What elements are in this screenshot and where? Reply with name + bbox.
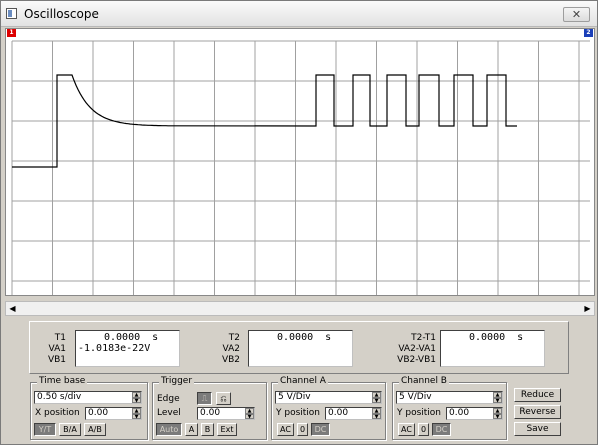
channel-b-ypos-value: 0.00 — [449, 408, 470, 418]
timebase-group: Time base 0.50 s/div ▲ ▼ X position 0.00 … — [30, 376, 148, 440]
t1-readout-box: 0.0000 s -1.0183e-22V — [75, 330, 180, 367]
xpos-value: 0.00 — [88, 408, 109, 418]
app-icon — [6, 8, 17, 19]
channel-a-scale-input[interactable]: 5 V/Div ▲ ▼ — [275, 391, 382, 404]
spin-down-icon[interactable]: ▼ — [493, 413, 502, 419]
horizontal-scrollbar[interactable]: ◀ ▶ — [5, 301, 595, 316]
t2-time: 0.0000 s — [277, 332, 332, 343]
spin-down-icon[interactable]: ▼ — [493, 397, 502, 403]
trigger-b-button[interactable]: B — [201, 423, 214, 436]
channel-b-title: Channel B — [399, 376, 449, 386]
t1-time: 0.0000 s — [104, 332, 159, 343]
channel-a-ypos-input[interactable]: 0.00 ▲ ▼ — [325, 407, 382, 420]
t2-readout-box: 0.0000 s — [248, 330, 353, 367]
channel-b-ypos-input[interactable]: 0.00 ▲ ▼ — [446, 407, 503, 420]
xpos-spinner[interactable]: ▲ ▼ — [132, 408, 141, 419]
timebase-title: Time base — [37, 376, 88, 386]
vb1-label: VB1 — [47, 355, 66, 365]
spin-down-icon[interactable]: ▼ — [245, 413, 254, 419]
channel-a-ac-button[interactable]: AC — [277, 423, 294, 436]
channel-b-ypos-label: Y position — [397, 408, 442, 418]
timebase-scale-value: 0.50 s/div — [37, 392, 82, 402]
cursor-readout-panel: T1 VA1 VB1 0.0000 s -1.0183e-22V T2 VA2 … — [29, 321, 569, 374]
level-label: Level — [157, 408, 181, 418]
va2-label: VA2 — [222, 344, 240, 354]
t2-label: T2 — [228, 333, 240, 343]
vb2-label: VB2 — [221, 355, 240, 365]
trigger-title: Trigger — [159, 376, 195, 386]
trigger-group: Trigger Edge ⎍ ⎌ Level 0.00 ▲ ▼ Auto A B … — [152, 376, 267, 440]
channel-b-ypos-spinner[interactable]: ▲ ▼ — [493, 408, 502, 419]
xpos-input[interactable]: 0.00 ▲ ▼ — [85, 407, 142, 420]
level-value: 0.00 — [200, 408, 221, 418]
trigger-ext-button[interactable]: Ext — [217, 423, 237, 436]
title-bar[interactable]: Oscilloscope ✕ — [1, 1, 597, 27]
spin-down-icon[interactable]: ▼ — [372, 397, 381, 403]
rising-edge-icon[interactable]: ⎍ — [197, 392, 212, 405]
channel-b-group: Channel B 5 V/Div ▲ ▼ Y position 0.00 ▲ ▼ … — [392, 376, 507, 440]
scope-screen: 1 2 — [5, 28, 595, 296]
spin-down-icon[interactable]: ▼ — [132, 397, 141, 403]
timebase-scale-input[interactable]: 0.50 s/div ▲ ▼ — [34, 391, 142, 404]
delta-va-label: VA2-VA1 — [398, 344, 436, 354]
window-title: Oscilloscope — [24, 7, 99, 21]
channel-a-scale-value: 5 V/Div — [278, 392, 311, 402]
channel-b-scale-input[interactable]: 5 V/Div ▲ ▼ — [396, 391, 503, 404]
level-spinner[interactable]: ▲ ▼ — [245, 408, 254, 419]
close-button[interactable]: ✕ — [563, 7, 590, 22]
channel-a-ypos-spinner[interactable]: ▲ ▼ — [372, 408, 381, 419]
trigger-a-button[interactable]: A — [185, 423, 198, 436]
delta-readout-box: 0.0000 s — [440, 330, 545, 367]
scroll-left-icon[interactable]: ◀ — [6, 302, 19, 315]
channel-a-dc-button[interactable]: DC — [311, 423, 330, 436]
channel-b-ac-button[interactable]: AC — [398, 423, 415, 436]
t1-label: T1 — [54, 333, 66, 343]
reduce-button[interactable]: Reduce — [514, 388, 561, 402]
level-input[interactable]: 0.00 ▲ ▼ — [197, 407, 255, 420]
edge-label: Edge — [157, 394, 180, 404]
channel-a-zero-button[interactable]: 0 — [297, 423, 308, 436]
mode-ba-button[interactable]: B/A — [59, 423, 81, 436]
delta-time: 0.0000 s — [469, 332, 524, 343]
va1-value: -1.0183e-22V — [78, 343, 151, 354]
channel-b-zero-button[interactable]: 0 — [418, 423, 429, 436]
channel-b-spinner[interactable]: ▲ ▼ — [493, 392, 502, 403]
trigger-auto-button[interactable]: Auto — [156, 423, 182, 436]
mode-ab-button[interactable]: A/B — [84, 423, 106, 436]
channel-a-title: Channel A — [278, 376, 328, 386]
timebase-spinner[interactable]: ▲ ▼ — [132, 392, 141, 403]
spin-down-icon[interactable]: ▼ — [132, 413, 141, 419]
scope-display — [11, 40, 590, 295]
scroll-right-icon[interactable]: ▶ — [581, 302, 594, 315]
oscilloscope-window: Oscilloscope ✕ 1 2 ◀ ▶ T1 VA1 VB1 0.0000… — [0, 0, 598, 445]
channel-b-dc-button[interactable]: DC — [432, 423, 451, 436]
spin-down-icon[interactable]: ▼ — [372, 413, 381, 419]
xpos-label: X position — [35, 408, 80, 418]
channel-a-group: Channel A 5 V/Div ▲ ▼ Y position 0.00 ▲ ▼ … — [271, 376, 386, 440]
channel-a-ypos-value: 0.00 — [328, 408, 349, 418]
falling-edge-icon[interactable]: ⎌ — [216, 392, 231, 405]
cursor-1-marker[interactable]: 1 — [7, 29, 16, 37]
cursor-2-marker[interactable]: 2 — [584, 29, 593, 37]
channel-a-ypos-label: Y position — [276, 408, 321, 418]
scope-grid — [11, 40, 590, 295]
delta-t-label: T2-T1 — [411, 333, 436, 343]
channel-b-scale-value: 5 V/Div — [399, 392, 432, 402]
mode-yt-button[interactable]: Y/T — [34, 423, 56, 436]
reverse-button[interactable]: Reverse — [514, 405, 561, 419]
delta-vb-label: VB2-VB1 — [397, 355, 436, 365]
save-button[interactable]: Save — [514, 422, 561, 436]
channel-a-spinner[interactable]: ▲ ▼ — [372, 392, 381, 403]
va1-label: VA1 — [48, 344, 66, 354]
